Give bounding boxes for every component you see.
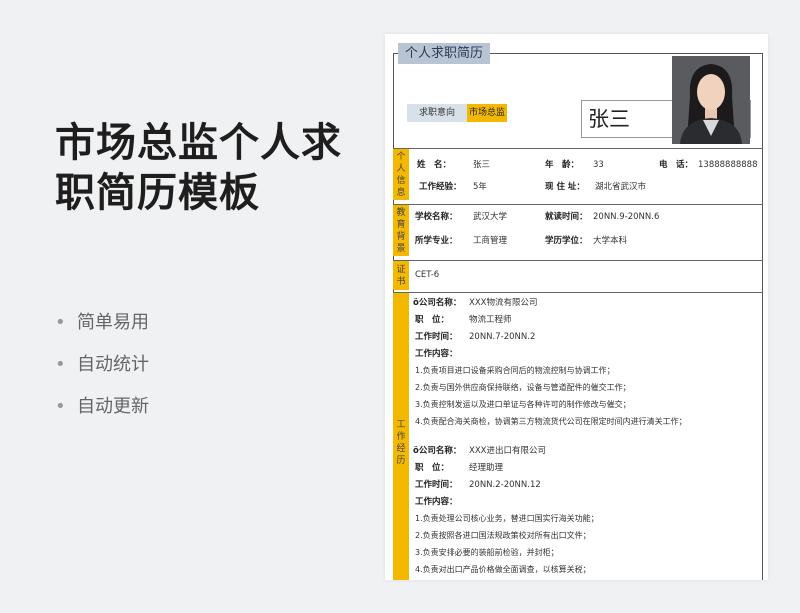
promo-title-line1: 市场总监个人求 bbox=[55, 120, 342, 166]
feature-item: • 自动统计 bbox=[55, 352, 149, 394]
duty-item: 3.负责安排必要的装船前检验，并封柜； bbox=[415, 548, 559, 557]
certificate-side-label: 证 书 bbox=[393, 261, 409, 290]
work-content-label: 工作内容： bbox=[415, 349, 458, 359]
company-label: ö公司名称： bbox=[413, 298, 462, 308]
address-value: 湖北省武汉市 bbox=[595, 182, 647, 192]
profile-photo bbox=[672, 56, 750, 144]
name-row: 姓 名： bbox=[417, 160, 452, 170]
degree-value: 大学本科 bbox=[593, 236, 628, 246]
personal-info-side-label: 个 人 信 息 bbox=[393, 149, 409, 200]
certificate-section: 证 书 CET-6 bbox=[393, 260, 763, 290]
position-label: 职 位： bbox=[415, 463, 450, 473]
promo-title: 市场总监个人求 职简历模板 bbox=[55, 118, 375, 218]
feature-list: • 简单易用 • 自动统计 • 自动更新 bbox=[55, 310, 149, 436]
feature-item: • 简单易用 bbox=[55, 310, 149, 352]
study-time-label: 就读时间： bbox=[545, 212, 588, 222]
education-section: 教 育 背 景 学校名称： 武汉大学 就读时间： 20NN.9-20NN.6 所… bbox=[393, 204, 763, 256]
duty-item: 1.负责处理公司核心业务，替进口国实行海关功能； bbox=[415, 514, 599, 523]
bullet-icon: • bbox=[55, 396, 66, 417]
position-value: 物流工程师 bbox=[469, 315, 512, 325]
education-side-label: 教 育 背 景 bbox=[393, 205, 409, 256]
resume-title: 个人求职简历 bbox=[398, 43, 491, 64]
name-value: 张三 bbox=[473, 160, 491, 170]
experience-value: 5年 bbox=[473, 182, 487, 192]
resume-sheet: 个人求职简历 求职意向 市场总监 张三 个 人 信 息 姓 名： 张三 年 龄：… bbox=[385, 34, 768, 580]
certificate-value: CET-6 bbox=[415, 270, 440, 280]
duty-item: 2.负责与国外供应商保持联络，设备与管道配件的催交工作； bbox=[415, 383, 631, 392]
bullet-icon: • bbox=[55, 354, 66, 375]
company-value: XXX物流有限公司 bbox=[469, 298, 538, 308]
work-time-label: 工作时间： bbox=[415, 332, 458, 342]
job-intent-value: 市场总监 bbox=[467, 104, 507, 122]
duty-item: 2.负责按照各进口国法规政策校对所有出口文件； bbox=[415, 531, 591, 540]
school-value: 武汉大学 bbox=[473, 212, 508, 222]
age-value: 33 bbox=[593, 160, 604, 170]
work-side-label: 工 作 经 历 bbox=[393, 293, 409, 580]
duty-item: 3.负责控制发运以及进口单证与各种许可的制作修改与催交； bbox=[415, 400, 631, 409]
experience-label: 工作经验： bbox=[419, 182, 462, 192]
work-time-label: 工作时间： bbox=[415, 480, 458, 490]
major-value: 工商管理 bbox=[473, 236, 508, 246]
duty-item: 4.负责对出口产品价格做全面调查，以核算关税； bbox=[415, 565, 591, 574]
study-time-value: 20NN.9-20NN.6 bbox=[593, 212, 660, 222]
phone-value: 13888888888 bbox=[698, 160, 758, 170]
feature-item: • 自动更新 bbox=[55, 394, 149, 436]
work-experience-section: 工 作 经 历 ö公司名称： XXX物流有限公司 职 位： 物流工程师 工作时间… bbox=[393, 292, 763, 580]
position-value: 经理助理 bbox=[469, 463, 504, 473]
address-label: 现 住 址： bbox=[545, 182, 585, 192]
phone-label: 电 话： bbox=[659, 160, 694, 170]
portrait-image bbox=[672, 56, 750, 144]
degree-label: 学历学位： bbox=[545, 236, 588, 246]
age-label: 年 龄： bbox=[545, 160, 580, 170]
major-label: 所学专业： bbox=[415, 236, 458, 246]
school-label: 学校名称： bbox=[415, 212, 458, 222]
position-label: 职 位： bbox=[415, 315, 450, 325]
duty-item: 4.负责配合海关商检，协调第三方物流货代公司在限定时间内进行清关工作； bbox=[415, 417, 687, 426]
company-label: ö公司名称： bbox=[413, 446, 462, 456]
work-time-value: 20NN.2-20NN.12 bbox=[469, 480, 541, 490]
job-intent-label: 求职意向 bbox=[407, 104, 467, 122]
duty-item: 1.负责项目进口设备采购合同后的物流控制与协调工作； bbox=[415, 366, 615, 375]
company-value: XXX进出口有限公司 bbox=[469, 446, 546, 456]
work-time-value: 20NN.7-20NN.2 bbox=[469, 332, 536, 342]
personal-info-section: 个 人 信 息 姓 名： 张三 年 龄： 33 电 话： 13888888888… bbox=[393, 148, 763, 200]
bullet-icon: • bbox=[55, 312, 66, 333]
promo-title-line2: 职简历模板 bbox=[55, 170, 260, 216]
work-content-label: 工作内容： bbox=[415, 497, 458, 507]
